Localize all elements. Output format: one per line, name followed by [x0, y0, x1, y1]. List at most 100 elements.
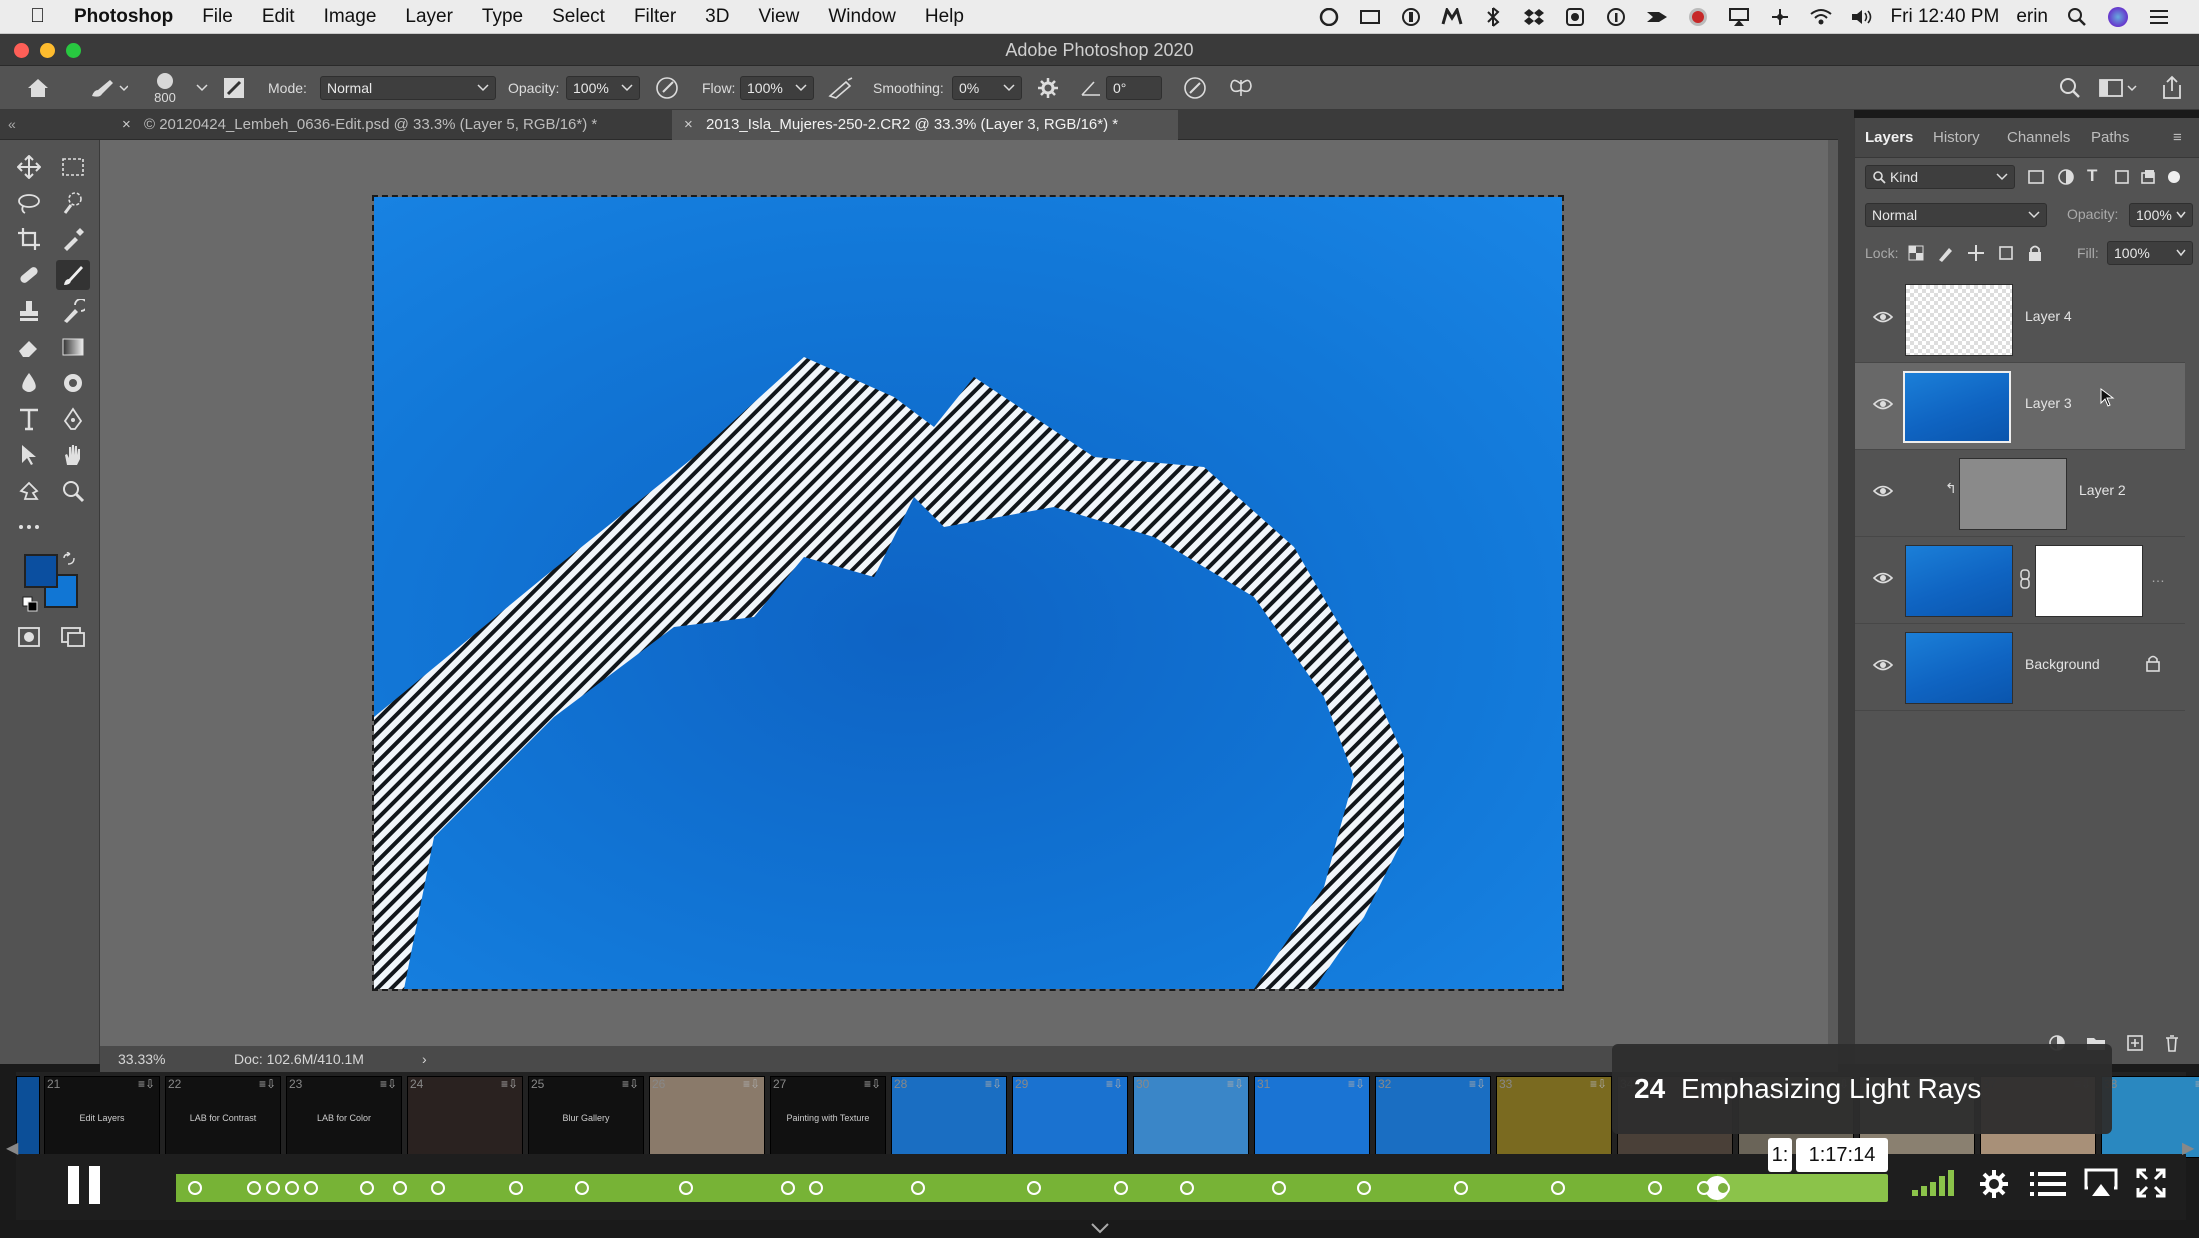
quick-selection-tool-icon[interactable] [56, 188, 90, 218]
menu-photoshop[interactable]: Photoshop [74, 6, 173, 28]
chapter-thumbnail[interactable]: 33 ≡⇩ [1496, 1076, 1612, 1158]
chapter-marker[interactable] [187, 1181, 202, 1195]
fullscreen-icon[interactable] [2136, 1168, 2166, 1198]
chapter-marker[interactable] [1647, 1181, 1662, 1195]
chapter-thumbnail[interactable]: 32 ≡⇩ [1375, 1076, 1491, 1158]
layer-thumbnail[interactable] [1905, 284, 2013, 356]
layer-thumbnail[interactable] [1905, 632, 2013, 704]
collapse-toolbox-icon[interactable]: « [8, 116, 16, 132]
layer-row-selected[interactable]: Layer 3 [1855, 363, 2185, 450]
blend-mode-select[interactable]: Normal [320, 76, 496, 100]
visibility-eye-icon[interactable] [1873, 658, 1893, 672]
chapter-download-icon[interactable]: ≡⇩ [501, 1077, 518, 1091]
mask-link-icon[interactable] [2019, 569, 2031, 589]
layer-opacity-field[interactable]: 100% [2129, 203, 2193, 227]
chapter-download-icon[interactable]: ≡⇩ [1469, 1077, 1486, 1091]
canvas-area[interactable] [100, 140, 1838, 1046]
layer-thumbnail[interactable] [1905, 545, 2013, 617]
swap-colors-icon[interactable] [62, 552, 76, 566]
chapter-download-icon[interactable]: ≡⇩ [985, 1077, 1002, 1091]
chapter-thumbnail[interactable]: 30 ≡⇩ [1133, 1076, 1249, 1158]
filter-pixel-icon[interactable] [2027, 168, 2045, 186]
chapter-thumbnail[interactable]: 28 ≡⇩ [891, 1076, 1007, 1158]
marquee-tool-icon[interactable] [56, 152, 90, 182]
user-name[interactable]: erin [2016, 6, 2048, 28]
chapter-marker[interactable] [1180, 1181, 1195, 1195]
apple-menu-icon[interactable]:  [30, 5, 45, 28]
filmstrip-prev-icon[interactable]: ◀ [6, 1138, 18, 1158]
tab-layers[interactable]: Layers [1865, 118, 1913, 158]
pressure-opacity-icon[interactable] [654, 66, 680, 110]
lock-artboard-icon[interactable] [1997, 244, 2015, 262]
chapter-thumbnail[interactable]: 24 ≡⇩ [407, 1076, 523, 1158]
filter-shape-icon[interactable] [2113, 168, 2131, 186]
crop-tool-icon[interactable] [12, 224, 46, 254]
menu-layer[interactable]: Layer [405, 6, 453, 28]
visibility-eye-icon[interactable] [1873, 397, 1893, 411]
lock-all-icon[interactable] [2027, 244, 2043, 262]
opacity-field[interactable]: 100% [566, 76, 640, 100]
chapter-download-icon[interactable]: ≡⇩ [864, 1077, 881, 1091]
layer-kind-filter[interactable]: Kind [1865, 165, 2015, 189]
chapter-list-icon[interactable] [2030, 1170, 2066, 1198]
custom-shape-tool-icon[interactable] [12, 476, 46, 506]
document-canvas[interactable] [372, 195, 1564, 991]
chapter-download-icon[interactable]: ≡⇩ [380, 1077, 397, 1091]
tab-channels[interactable]: Channels [2007, 118, 2070, 158]
brush-angle-icon[interactable] [1080, 66, 1102, 110]
type-tool-icon[interactable] [12, 404, 46, 434]
chapter-thumbnail[interactable]: 31 ≡⇩ [1254, 1076, 1370, 1158]
filter-smart-object-icon[interactable] [2139, 168, 2157, 186]
delete-layer-icon[interactable] [2164, 1034, 2180, 1052]
chapter-marker[interactable] [284, 1181, 299, 1195]
menu-filter[interactable]: Filter [634, 6, 676, 28]
layer-mask-thumbnail[interactable] [2035, 545, 2143, 617]
flow-field[interactable]: 100% [740, 76, 814, 100]
record-icon[interactable] [1686, 6, 1710, 28]
airbrush-icon[interactable] [826, 66, 854, 110]
layer-name[interactable]: Background [2025, 656, 2100, 672]
menu-type[interactable]: Type [482, 6, 523, 28]
collapse-player-icon[interactable] [1090, 1222, 1110, 1234]
zoom-level[interactable]: 33.33% [118, 1046, 165, 1072]
chapter-marker[interactable] [1716, 1181, 1731, 1195]
lock-transparent-pixels-icon[interactable] [1907, 244, 1925, 262]
video-progress-bar[interactable] [176, 1174, 1888, 1202]
chapter-download-icon[interactable]: ≡⇩ [1590, 1077, 1607, 1091]
chapter-download-icon[interactable]: ≡⇩ [622, 1077, 639, 1091]
visibility-eye-icon[interactable] [1873, 571, 1893, 585]
chapter-thumbnail[interactable]: 23 ≡⇩ LAB for Color [286, 1076, 402, 1158]
chapter-thumbnail-partial[interactable] [16, 1076, 40, 1158]
chapter-download-icon[interactable]: ≡⇩ [138, 1077, 155, 1091]
panel-menu-icon[interactable]: ≡ [2173, 118, 2182, 158]
clone-stamp-tool-icon[interactable] [12, 296, 46, 326]
network-icon[interactable] [1768, 6, 1792, 28]
close-tab-icon[interactable]: × [684, 110, 693, 140]
status-menu-arrow-icon[interactable]: › [422, 1046, 427, 1072]
lasso-tool-icon[interactable] [12, 188, 46, 218]
layer-thumbnail[interactable] [1959, 458, 2067, 530]
visibility-eye-icon[interactable] [1873, 484, 1893, 498]
arrow-app-icon[interactable] [1645, 6, 1669, 28]
bluetooth-app-icon[interactable] [1481, 6, 1505, 28]
fill-field[interactable]: 100% [2107, 241, 2193, 265]
dropbox-icon[interactable] [1522, 6, 1546, 28]
tab-lembeh-document[interactable]: × © 20120424_Lembeh_0636-Edit.psd @ 33.3… [110, 110, 670, 140]
quick-mask-icon[interactable] [12, 622, 46, 652]
dodge-tool-icon[interactable] [56, 368, 90, 398]
chapter-marker[interactable] [1551, 1181, 1565, 1195]
display-icon[interactable] [1358, 6, 1382, 28]
clock-text[interactable]: Fri 12:40 PM [1891, 6, 2000, 28]
filter-type-icon[interactable]: T [2087, 166, 2097, 186]
menu-file[interactable]: File [202, 6, 233, 28]
layer-blend-mode-select[interactable]: Normal [1865, 203, 2047, 227]
screen-mode-icon[interactable] [56, 622, 90, 652]
wifi-icon[interactable] [1809, 6, 1833, 28]
visibility-eye-icon[interactable] [1873, 310, 1893, 324]
layer-name[interactable]: Layer 3 [2025, 395, 2072, 411]
foreground-color-swatch[interactable] [24, 554, 58, 588]
layer-thumbnail[interactable] [1903, 371, 2011, 443]
share-icon[interactable] [2160, 66, 2184, 110]
layer-row[interactable]: Layer 4 [1855, 276, 2185, 363]
notification-center-icon[interactable] [2147, 6, 2171, 28]
